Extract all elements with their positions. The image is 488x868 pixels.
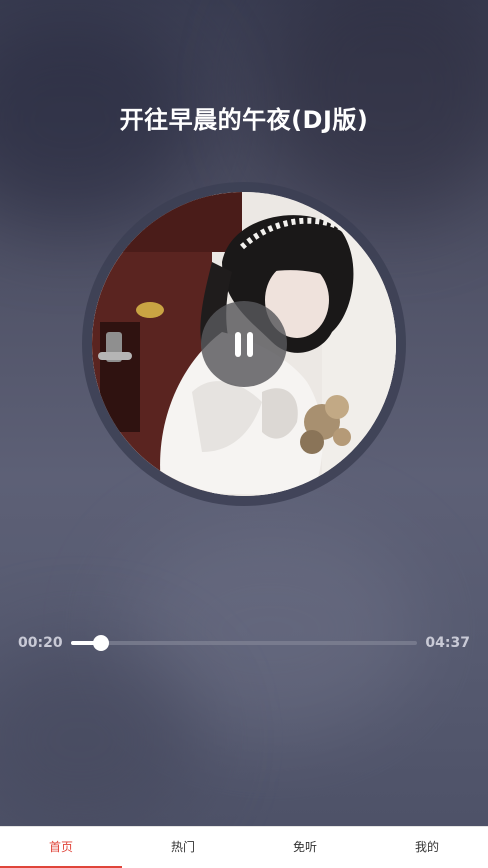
tab-home[interactable]: 首页	[0, 827, 122, 868]
tab-hot[interactable]: 热门	[122, 827, 244, 868]
bottom-tab-bar: 首页 热门 免听 我的	[0, 826, 488, 868]
progress-track[interactable]	[71, 635, 417, 651]
progress-thumb[interactable]	[93, 635, 110, 651]
music-player-screen: 开往早晨的午夜(DJ版) 00:20 04:37 首页 热门 免听 我的	[0, 0, 488, 868]
song-title: 开往早晨的午夜(DJ版)	[119, 106, 369, 134]
current-time: 00:20	[18, 635, 63, 651]
tab-label: 我的	[414, 840, 439, 854]
tab-label: 首页	[48, 840, 73, 854]
pause-icon	[235, 332, 241, 357]
tab-label: 免听	[292, 840, 317, 854]
pause-icon-bar	[247, 332, 253, 357]
playback-progress: 00:20 04:37	[0, 632, 488, 654]
tab-mine[interactable]: 我的	[366, 827, 488, 868]
tab-free-listen[interactable]: 免听	[244, 827, 366, 868]
pause-button[interactable]	[201, 301, 287, 387]
tab-label: 热门	[170, 840, 195, 854]
total-duration: 04:37	[425, 635, 470, 651]
